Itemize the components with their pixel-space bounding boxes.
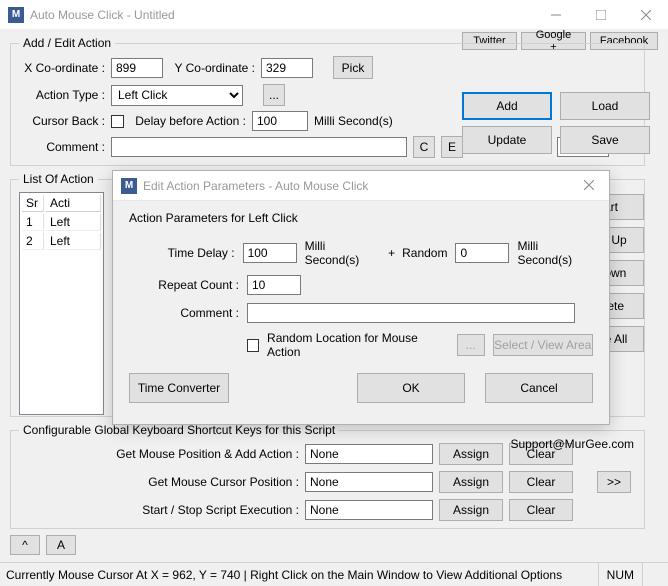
add-button[interactable]: Add [462, 92, 552, 120]
minimize-button[interactable] [533, 0, 578, 30]
status-empty [642, 563, 662, 586]
edit-action-parameters-dialog: M Edit Action Parameters - Auto Mouse Cl… [112, 170, 610, 425]
cancel-button[interactable]: Cancel [485, 373, 593, 403]
random-unit: Milli Second(s) [517, 239, 593, 267]
pick-button[interactable]: Pick [333, 56, 373, 79]
close-button[interactable] [623, 0, 668, 30]
col-sr: Sr [22, 195, 44, 212]
shortcut-keys-group: Configurable Global Keyboard Shortcut Ke… [10, 423, 645, 529]
status-bar: Currently Mouse Cursor At X = 962, Y = 7… [0, 562, 668, 586]
x-coord-label: X Co-ordinate : [19, 61, 105, 75]
random-location-more-button[interactable]: ... [457, 334, 485, 356]
assign-button-2[interactable]: Assign [439, 471, 503, 493]
caret-button[interactable]: ^ [10, 535, 40, 555]
comment-label: Comment : [19, 140, 105, 154]
shortcut-input-2[interactable] [305, 472, 433, 492]
time-delay-input[interactable] [243, 243, 297, 263]
delay-input[interactable] [252, 111, 308, 131]
c-button[interactable]: C [413, 136, 435, 158]
shortcut-label-2: Get Mouse Cursor Position : [19, 475, 299, 489]
assign-button-3[interactable]: Assign [439, 499, 503, 521]
update-button[interactable]: Update [462, 126, 552, 154]
col-action: Acti [46, 195, 101, 212]
dialog-close-button[interactable] [569, 179, 609, 193]
action-type-more-button[interactable]: ... [263, 84, 285, 106]
time-delay-unit: Milli Second(s) [305, 239, 381, 267]
time-converter-button[interactable]: Time Converter [129, 373, 229, 403]
random-label: Random [402, 246, 447, 260]
list-legend: List Of Action [19, 172, 98, 186]
e-button[interactable]: E [441, 136, 463, 158]
comment-label-modal: Comment : [129, 306, 239, 320]
shortcut-input-3[interactable] [305, 500, 433, 520]
dialog-titlebar: M Edit Action Parameters - Auto Mouse Cl… [113, 171, 609, 201]
dialog-icon: M [121, 178, 137, 194]
random-location-checkbox[interactable] [247, 339, 259, 352]
table-row[interactable]: 1Left [22, 214, 101, 231]
status-num: NUM [598, 563, 642, 586]
dialog-heading: Action Parameters for Left Click [129, 211, 593, 225]
maximize-button[interactable] [578, 0, 623, 30]
a-button[interactable]: A [46, 535, 76, 555]
shortcut-label-1: Get Mouse Position & Add Action : [19, 447, 299, 461]
table-row[interactable]: 2Left [22, 233, 101, 250]
plus-label: + [388, 246, 394, 260]
load-button[interactable]: Load [560, 92, 650, 120]
repeat-count-label-modal: Repeat Count : [129, 278, 239, 292]
shortcut-legend: Configurable Global Keyboard Shortcut Ke… [19, 423, 339, 437]
action-type-label: Action Type : [19, 88, 105, 102]
delay-label: Delay before Action : [130, 114, 246, 128]
time-delay-label: Time Delay : [129, 246, 235, 260]
x-coord-input[interactable] [111, 58, 163, 78]
more-shortcuts-button[interactable]: >> [597, 471, 631, 493]
window-title: Auto Mouse Click - Untitled [30, 8, 533, 22]
comment-input-modal[interactable] [247, 303, 575, 323]
y-coord-label: Y Co-ordinate : [169, 61, 255, 75]
repeat-count-input-modal[interactable] [247, 275, 301, 295]
support-link[interactable]: Support@MurGee.com [510, 437, 634, 451]
actions-table[interactable]: SrActi 1Left 2Left [19, 192, 104, 415]
random-input[interactable] [455, 243, 509, 263]
action-type-select[interactable]: Left Click [111, 85, 243, 106]
add-edit-legend: Add / Edit Action [19, 36, 115, 50]
dialog-title: Edit Action Parameters - Auto Mouse Clic… [143, 179, 569, 193]
comment-input[interactable] [111, 137, 407, 157]
random-location-label: Random Location for Mouse Action [267, 331, 437, 359]
delay-unit: Milli Second(s) [314, 114, 393, 128]
clear-button-3[interactable]: Clear [509, 499, 573, 521]
assign-button-1[interactable]: Assign [439, 443, 503, 465]
title-bar: M Auto Mouse Click - Untitled [0, 0, 668, 30]
cursor-back-checkbox[interactable] [111, 115, 124, 128]
app-icon: M [8, 7, 24, 23]
clear-button-2[interactable]: Clear [509, 471, 573, 493]
shortcut-input-1[interactable] [305, 444, 433, 464]
cursor-back-label: Cursor Back : [19, 114, 105, 128]
status-text: Currently Mouse Cursor At X = 962, Y = 7… [6, 568, 598, 582]
shortcut-label-3: Start / Stop Script Execution : [19, 503, 299, 517]
save-button[interactable]: Save [560, 126, 650, 154]
ok-button[interactable]: OK [357, 373, 465, 403]
select-view-area-button[interactable]: Select / View Area [493, 334, 593, 356]
y-coord-input[interactable] [261, 58, 313, 78]
